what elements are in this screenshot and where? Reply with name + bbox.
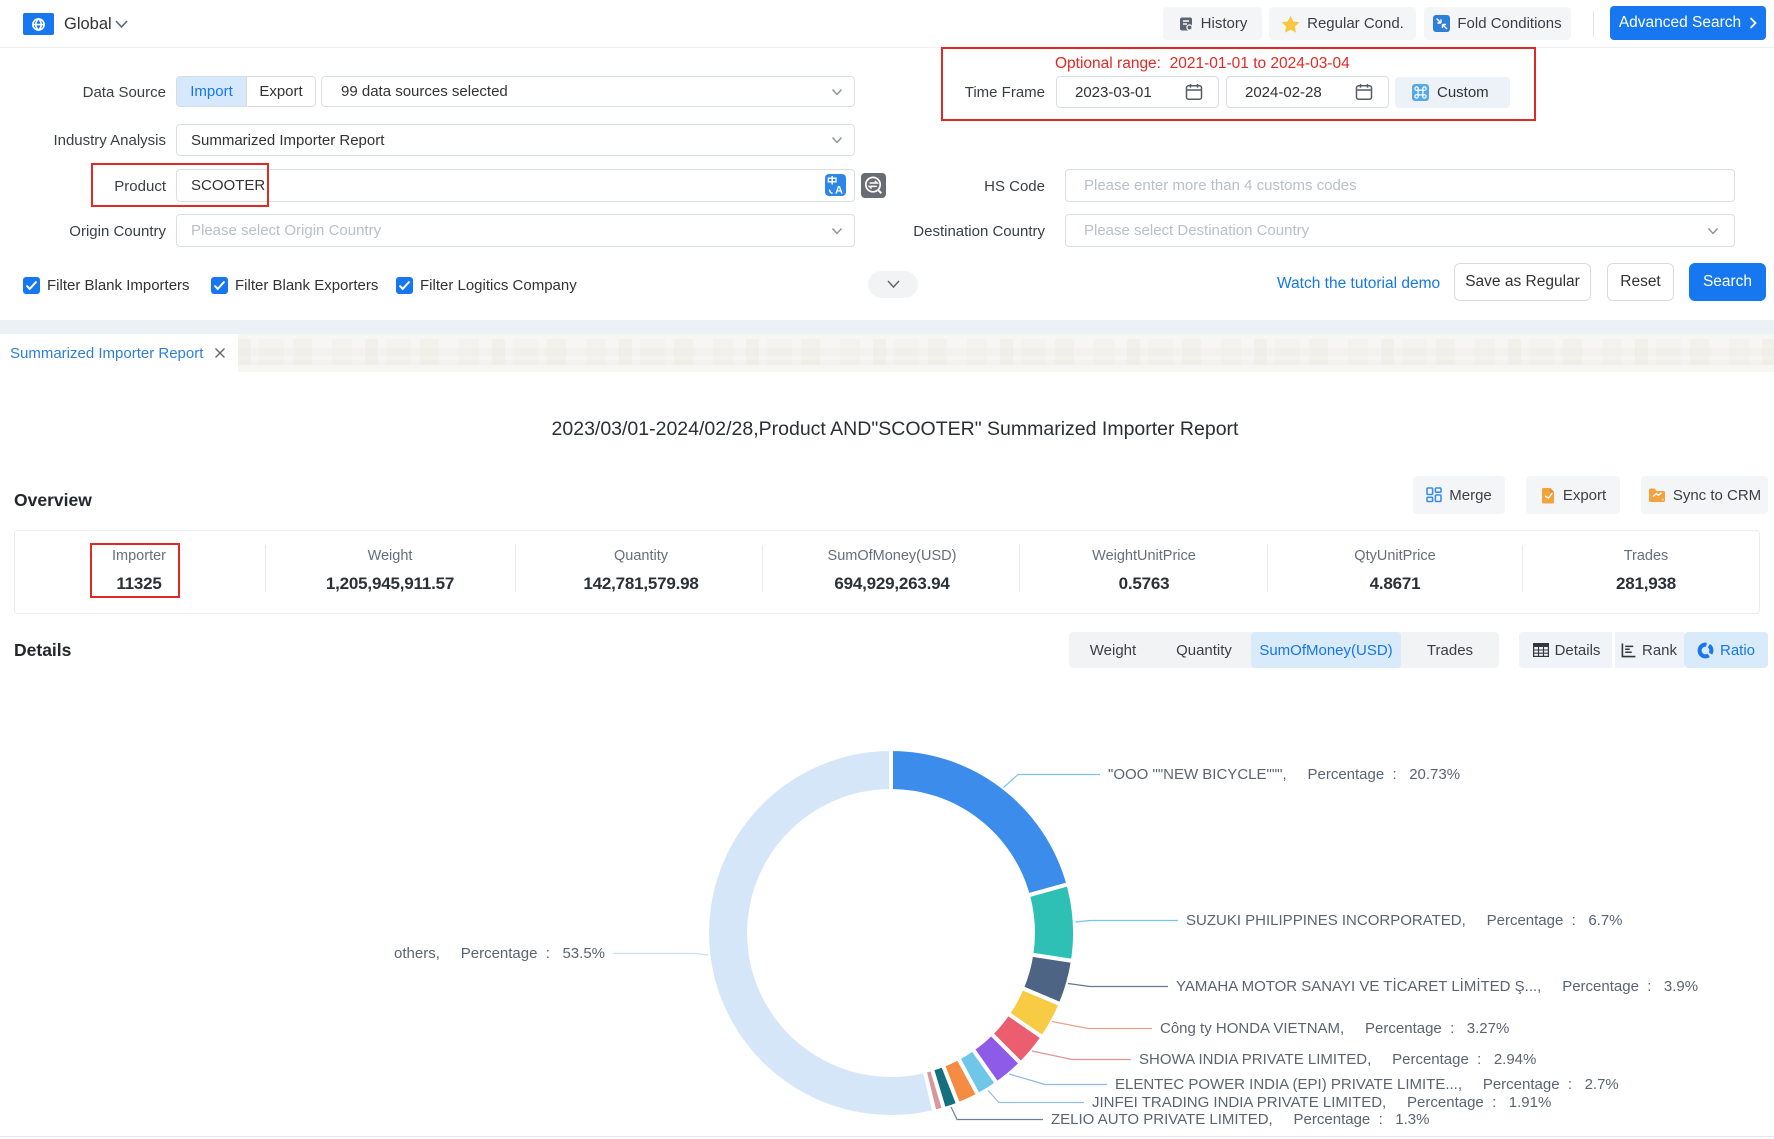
svg-text:SHOWA INDIA PRIVATE LIMITED,: SHOWA INDIA PRIVATE LIMITED, Percentage … — [1139, 1051, 1536, 1068]
svg-text:JINFEI TRADING INDIA PRIVATE L: JINFEI TRADING INDIA PRIVATE LIMITED, Pe… — [1092, 1094, 1551, 1111]
svg-text:ZELIO AUTO PRIVATE LIMITED,: ZELIO AUTO PRIVATE LIMITED, Percentage :… — [1051, 1111, 1429, 1128]
svg-text:others, Percentage : 53: others, Percentage : 53.5% — [394, 945, 605, 962]
svg-text:Công ty HONDA VIETNAM, Per: Công ty HONDA VIETNAM, Percentage : 3.27… — [1160, 1020, 1509, 1037]
svg-text:"OOO ""NEW BICYCLE""", Per: "OOO ""NEW BICYCLE""", Percentage : 20.7… — [1108, 766, 1460, 783]
svg-text:ELENTEC POWER INDIA (EPI) PRIV: ELENTEC POWER INDIA (EPI) PRIVATE LIMITE… — [1115, 1076, 1619, 1093]
svg-text:YAMAHA MOTOR SANAYI VE TİCARET: YAMAHA MOTOR SANAYI VE TİCARET LİMİTED Ş… — [1176, 977, 1698, 995]
svg-text:SUZUKI PHILIPPINES INCORPORATE: SUZUKI PHILIPPINES INCORPORATED, Percent… — [1186, 912, 1623, 929]
